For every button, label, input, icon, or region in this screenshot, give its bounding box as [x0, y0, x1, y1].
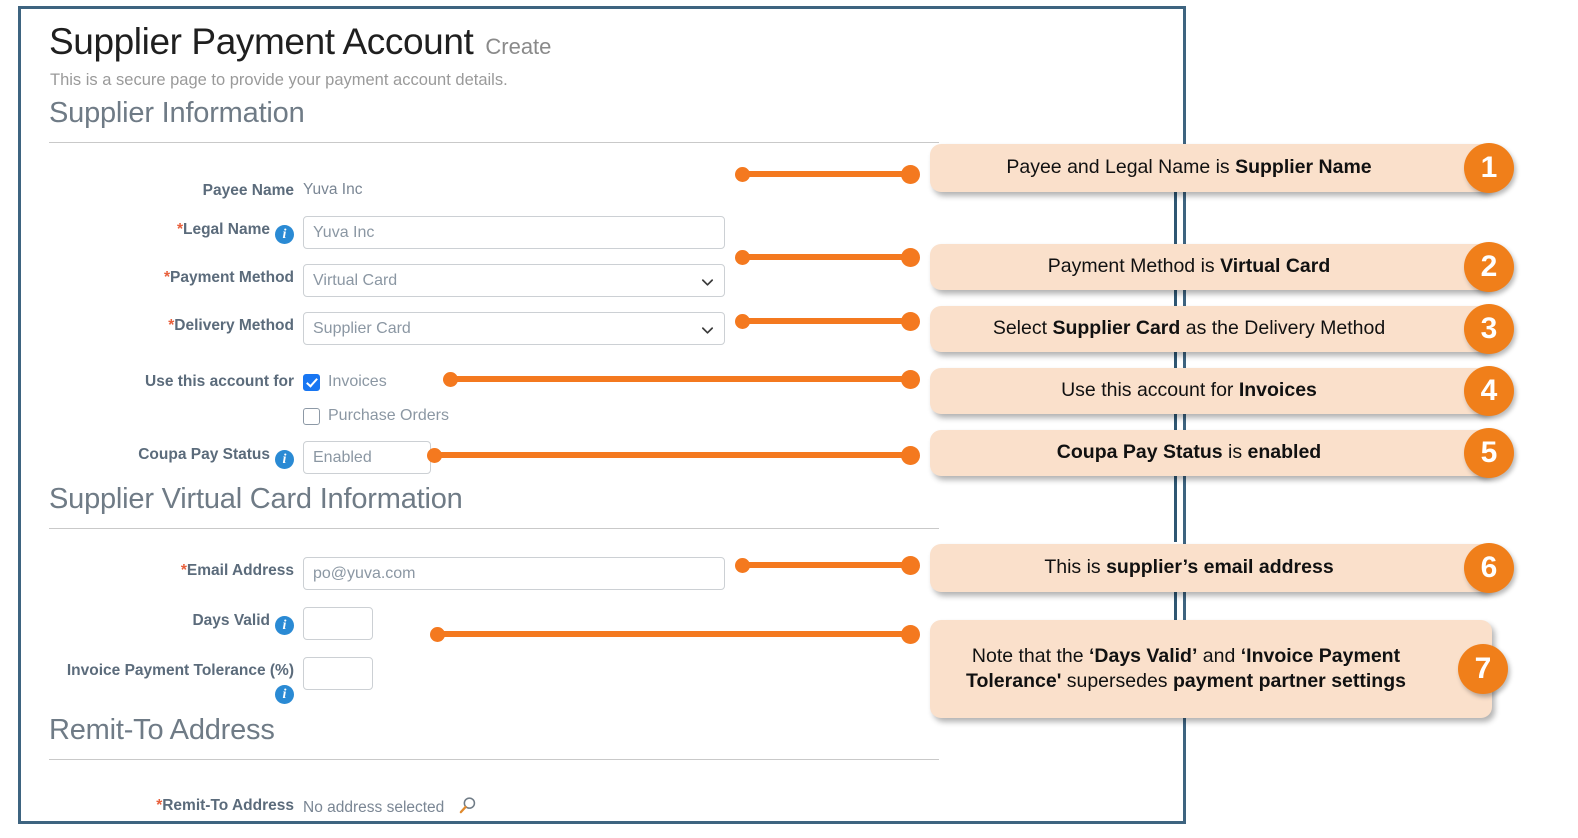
- email-address-input[interactable]: po@yuva.com: [303, 557, 725, 590]
- invoices-checkbox[interactable]: [303, 374, 320, 391]
- delivery-method-label: *Delivery Method: [21, 312, 303, 335]
- days-valid-label-text: Days Valid: [192, 612, 270, 629]
- section-header-remit-to-address: Remit-To Address: [49, 714, 275, 747]
- field-row-delivery-method: *Delivery Method Supplier Card: [21, 312, 725, 345]
- delivery-method-select[interactable]: Supplier Card: [303, 312, 725, 345]
- callout-badge-5-number: 5: [1481, 436, 1498, 470]
- supplier-payment-account-form-panel: Supplier Payment Account Create This is …: [18, 6, 1186, 824]
- callout-badge-4-number: 4: [1481, 374, 1498, 408]
- delivery-method-label-text: Delivery Method: [174, 317, 294, 334]
- invoice-payment-tolerance-label-text: Invoice Payment Tolerance (%): [67, 662, 294, 679]
- section-divider-2: [49, 528, 939, 529]
- payment-method-value: Virtual Card: [313, 270, 397, 291]
- callout-badge-2-number: 2: [1481, 250, 1498, 284]
- email-address-label: *Email Address: [21, 557, 303, 580]
- field-row-email-address: *Email Address po@yuva.com: [21, 557, 725, 590]
- info-icon[interactable]: i: [275, 225, 294, 244]
- payee-name-label: Payee Name: [21, 177, 303, 200]
- coupa-pay-status-label-text: Coupa Pay Status: [138, 446, 270, 463]
- checkbox-row-invoices[interactable]: Invoices: [303, 369, 449, 395]
- days-valid-input[interactable]: [303, 607, 373, 640]
- remit-to-address-value-text: No address selected: [303, 799, 444, 816]
- email-address-label-text: Email Address: [187, 562, 294, 579]
- payment-method-label: *Payment Method: [21, 264, 303, 287]
- page-title-row: Supplier Payment Account Create: [49, 21, 551, 63]
- secure-page-note: This is a secure page to provide your pa…: [50, 71, 508, 90]
- page-title: Supplier Payment Account: [49, 21, 473, 63]
- payment-method-select[interactable]: Virtual Card: [303, 264, 725, 297]
- page-title-mode: Create: [485, 34, 551, 60]
- use-this-account-for-options: Invoices Purchase Orders: [303, 369, 449, 429]
- info-icon[interactable]: i: [275, 616, 294, 635]
- callout-badge-3-number: 3: [1481, 312, 1498, 346]
- legal-name-label: *Legal Namei: [21, 216, 303, 244]
- checkbox-row-purchase-orders[interactable]: Purchase Orders: [303, 403, 449, 429]
- remit-to-address-label: *Remit-To Address: [21, 792, 303, 815]
- coupa-pay-status-value: Enabled: [313, 447, 372, 468]
- callout-badge-6-number: 6: [1481, 551, 1498, 585]
- callout-badge-3: 3: [1464, 304, 1514, 354]
- use-this-account-for-label: Use this account for: [21, 369, 303, 391]
- chevron-down-icon: [700, 274, 713, 287]
- field-row-legal-name: *Legal Namei Yuva Inc: [21, 216, 725, 249]
- field-row-payment-method: *Payment Method Virtual Card: [21, 264, 725, 297]
- callout-badge-1-number: 1: [1481, 151, 1498, 185]
- section-divider-3: [49, 759, 939, 760]
- payment-method-label-text: Payment Method: [170, 269, 294, 286]
- section-divider-1: [49, 142, 939, 143]
- callout-badge-6: 6: [1464, 543, 1514, 593]
- section-header-supplier-virtual-card-information: Supplier Virtual Card Information: [49, 483, 463, 516]
- legal-name-input-value: Yuva Inc: [313, 222, 374, 243]
- days-valid-label: Days Valid i: [21, 607, 303, 635]
- email-address-input-value: po@yuva.com: [313, 563, 416, 584]
- legal-name-input[interactable]: Yuva Inc: [303, 216, 725, 249]
- field-row-days-valid: Days Valid i: [21, 607, 373, 640]
- callout-badge-1: 1: [1464, 143, 1514, 193]
- payee-name-value: Yuva Inc: [303, 177, 362, 199]
- coupa-pay-status-field: Enabled: [303, 441, 431, 474]
- field-row-coupa-pay-status: Coupa Pay Status i Enabled: [21, 441, 431, 474]
- field-row-remit-to-address: *Remit-To Address No address selected: [21, 792, 477, 820]
- legal-name-label-text: Legal Name: [183, 221, 270, 238]
- callout-badge-2: 2: [1464, 242, 1514, 292]
- remit-to-address-label-text: Remit-To Address: [162, 797, 294, 814]
- delivery-method-value: Supplier Card: [313, 318, 411, 339]
- invoice-payment-tolerance-label: Invoice Payment Tolerance (%) i: [21, 657, 303, 704]
- info-icon[interactable]: i: [275, 685, 294, 704]
- callout-badge-4: 4: [1464, 366, 1514, 416]
- invoices-checkbox-label: Invoices: [328, 373, 387, 391]
- invoice-payment-tolerance-input[interactable]: [303, 657, 373, 690]
- remit-to-address-value: No address selected: [303, 792, 477, 820]
- field-row-payee-name: Payee Name Yuva Inc: [21, 177, 362, 200]
- field-row-use-this-account-for: Use this account for Invoices Purchase O…: [21, 369, 449, 429]
- magnifier-icon[interactable]: [458, 796, 477, 820]
- section-header-supplier-information: Supplier Information: [49, 97, 305, 130]
- field-row-invoice-payment-tolerance: Invoice Payment Tolerance (%) i: [21, 657, 373, 704]
- callout-badge-7: 7: [1458, 644, 1508, 694]
- purchase-orders-checkbox-label: Purchase Orders: [328, 407, 449, 425]
- purchase-orders-checkbox[interactable]: [303, 408, 320, 425]
- chevron-down-icon: [700, 322, 713, 335]
- callout-badge-5: 5: [1464, 428, 1514, 478]
- info-icon[interactable]: i: [275, 450, 294, 469]
- callout-badge-7-number: 7: [1475, 652, 1492, 686]
- coupa-pay-status-label: Coupa Pay Status i: [21, 441, 303, 469]
